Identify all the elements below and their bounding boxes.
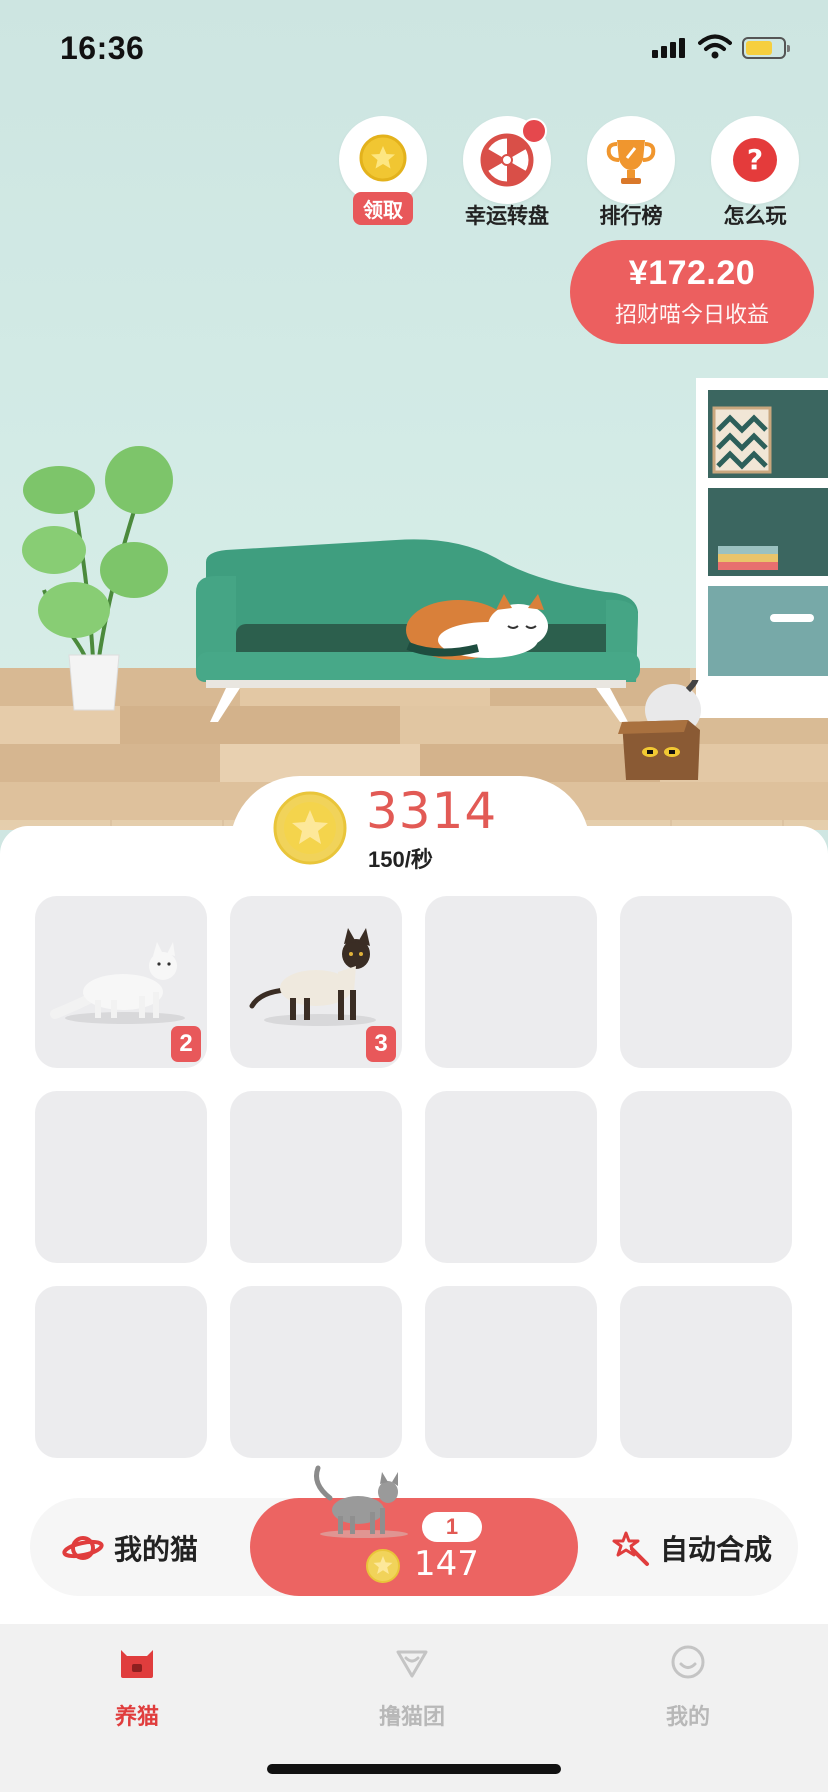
coin-count: 3314	[366, 782, 498, 840]
cat-level-badge: 2	[171, 1026, 201, 1062]
tab-mine[interactable]: 我的	[588, 1642, 788, 1731]
coin-star-icon	[359, 134, 407, 182]
coin-icon	[366, 1549, 400, 1583]
plant-illustration	[22, 446, 173, 711]
shelf-illustration	[696, 378, 828, 718]
tab-raise-cat[interactable]: 养猫	[37, 1642, 237, 1731]
earnings-amount: ¥172.20	[628, 254, 756, 292]
grid-cell[interactable]: 2	[35, 896, 207, 1068]
svg-text:?: ?	[747, 143, 763, 176]
cat-level-badge: 3	[366, 1026, 396, 1062]
sleeping-cat-illustration	[406, 594, 548, 660]
earnings-label: 招财喵今日收益	[614, 302, 769, 327]
tab-cat-group-label: 撸猫团	[378, 1704, 445, 1729]
wifi-icon	[698, 34, 732, 59]
claim-label: 领取	[353, 192, 413, 225]
today-earnings-button[interactable]: ¥172.20 招财喵今日收益	[570, 240, 814, 344]
tab-cat-group[interactable]: 撸猫团	[312, 1642, 512, 1731]
question-icon: ?	[733, 138, 777, 182]
magic-wand-icon	[612, 1531, 649, 1566]
grid-cell[interactable]	[620, 896, 792, 1068]
tab-mine-label: 我的	[665, 1704, 710, 1729]
cat-home-icon	[121, 1650, 153, 1678]
my-cats-label: 我的猫	[114, 1534, 199, 1565]
trophy-icon	[606, 140, 656, 184]
how-to-play-button[interactable]: ? 怎么玩	[710, 116, 800, 230]
grid-cell[interactable]	[425, 1286, 597, 1458]
grid-cell[interactable]: 3	[230, 896, 402, 1068]
tab-raise-cat-label: 养猫	[114, 1704, 159, 1729]
how-to-play-label: 怎么玩	[723, 205, 787, 228]
grid-cell[interactable]	[425, 896, 597, 1068]
diamond-heart-icon	[396, 1650, 428, 1678]
grid-cell[interactable]	[230, 1286, 402, 1458]
buy-cat-illustration	[314, 1465, 408, 1538]
grid-cell[interactable]	[35, 1091, 207, 1263]
grid-cell[interactable]	[35, 1286, 207, 1458]
auto-merge-button[interactable]: 自动合成	[612, 1526, 772, 1570]
battery-icon	[742, 37, 790, 59]
leaderboard-label: 排行榜	[599, 205, 663, 228]
coin-icon	[273, 791, 347, 865]
grid-cell[interactable]	[620, 1091, 792, 1263]
grid-cell[interactable]	[230, 1091, 402, 1263]
buy-cat-button[interactable]: 1 147	[250, 1498, 578, 1596]
lucky-wheel-button[interactable]: 幸运转盘	[462, 116, 552, 230]
planet-icon	[62, 1536, 104, 1560]
grid-cell[interactable]	[425, 1091, 597, 1263]
my-cats-button[interactable]: 我的猫	[62, 1526, 198, 1570]
auto-merge-label: 自动合成	[660, 1534, 773, 1565]
claim-button[interactable]: 领取	[338, 116, 428, 225]
status-bar: 16:36	[0, 0, 828, 100]
leaderboard-button[interactable]: 排行榜	[586, 116, 676, 230]
status-time: 16:36	[60, 30, 145, 66]
signal-icon	[652, 36, 688, 58]
buy-price: 147	[414, 1544, 479, 1584]
notification-dot	[521, 118, 547, 144]
smile-face-icon	[671, 1645, 705, 1679]
box-cat-illustration	[618, 680, 701, 780]
grid-cell[interactable]	[620, 1286, 792, 1458]
lucky-wheel-label: 幸运转盘	[465, 205, 549, 228]
home-indicator	[267, 1764, 561, 1774]
coin-rate: 150/秒	[368, 847, 433, 872]
buy-level-badge: 1	[422, 1512, 482, 1542]
